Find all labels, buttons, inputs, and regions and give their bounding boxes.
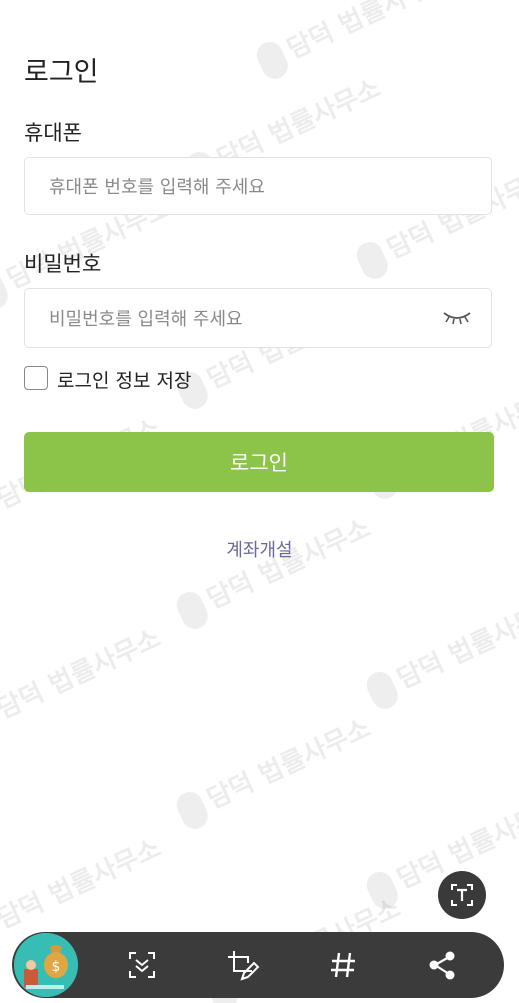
eye-closed-icon[interactable] [441, 307, 473, 327]
share-button[interactable] [422, 945, 462, 985]
watermark-text: 담덕 법률사무소 [202, 513, 376, 616]
password-field-container [24, 288, 492, 349]
crop-edit-button[interactable] [222, 945, 262, 985]
scroll-capture-button[interactable] [122, 945, 162, 985]
hashtag-icon [323, 952, 363, 989]
text-scan-icon [438, 884, 486, 923]
watermark-text: 담덕 법률사무소 [392, 593, 519, 696]
crop-edit-icon [222, 951, 262, 989]
password-label: 비밀번호 [24, 252, 102, 276]
phone-input[interactable] [47, 158, 431, 216]
remember-checkbox[interactable] [24, 366, 48, 390]
watermark-layer: 담덕 법률사무소 담덕 법률사무소 담덕 법률사무소 담덕 법률사무소 담덕 법… [0, 0, 519, 1003]
password-input[interactable] [47, 289, 431, 349]
scroll-capture-icon [122, 952, 162, 989]
watermark-text: 담덕 법률사무소 [0, 833, 166, 936]
text-scan-button[interactable] [438, 871, 486, 919]
watermark-text: 담덕 법률사무소 [202, 713, 376, 816]
phone-label: 휴대폰 [24, 121, 82, 145]
thumbnail-avatar[interactable]: $ [14, 933, 78, 997]
capture-toolbar: $ [12, 932, 504, 998]
hashtag-button[interactable] [323, 945, 363, 985]
phone-field-container [24, 157, 492, 216]
share-icon [422, 951, 462, 989]
login-button[interactable]: 로그인 [24, 432, 494, 492]
open-account-link[interactable]: 계좌개설 [0, 536, 519, 562]
remember-label[interactable]: 로그인 정보 저장 [57, 366, 191, 393]
page-title: 로그인 [24, 57, 99, 88]
watermark-text: 담덕 법률사무소 [282, 0, 456, 66]
watermark-text: 담덕 법률사무소 [0, 623, 166, 726]
svg-text:$: $ [52, 959, 61, 975]
